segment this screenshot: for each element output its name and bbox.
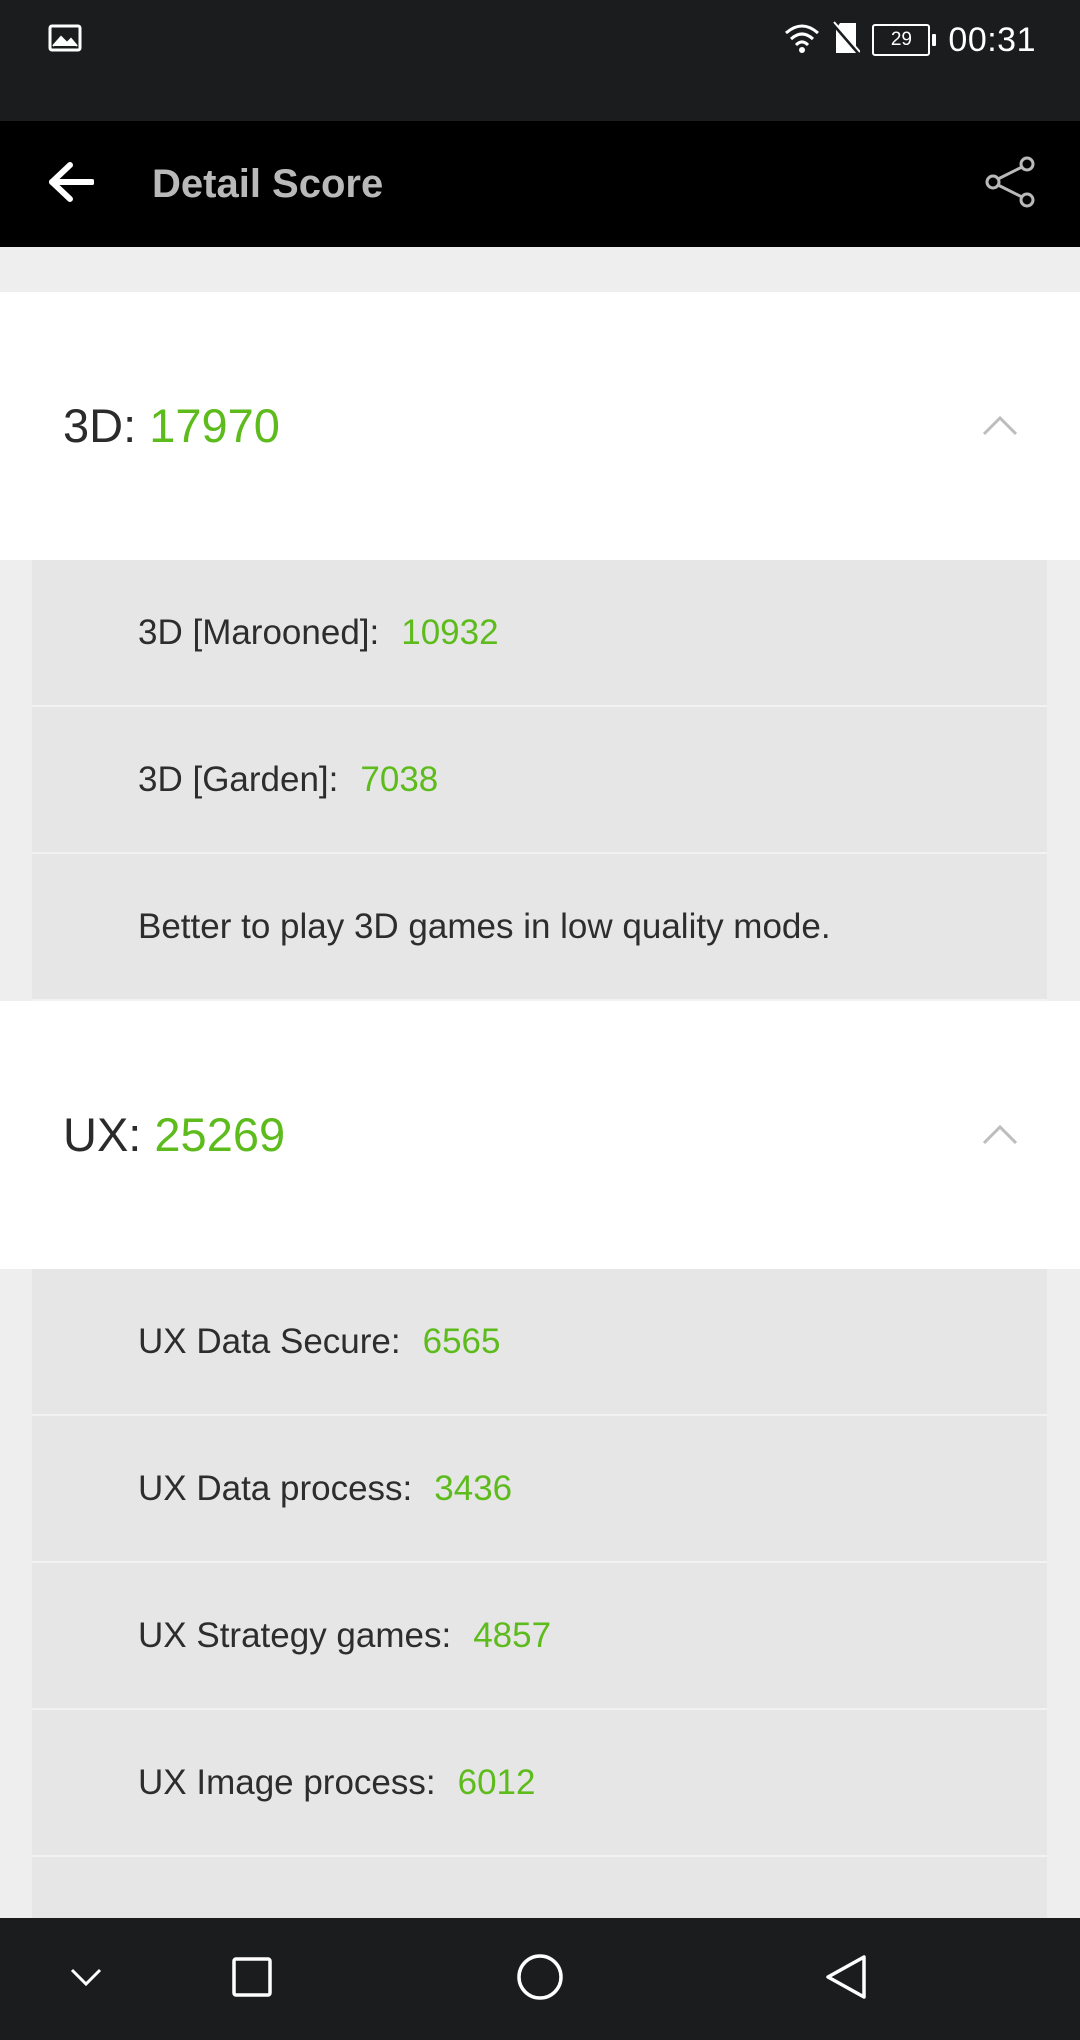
nav-back-button[interactable]	[818, 1918, 874, 2040]
wifi-icon	[784, 23, 820, 58]
image-icon	[48, 24, 82, 57]
item-label: UX Data Secure:	[138, 1321, 401, 1361]
chevron-up-icon[interactable]	[980, 1115, 1020, 1155]
home-circle-icon	[516, 1953, 564, 2006]
section-title-ux: UX: 25269	[63, 1001, 285, 1269]
item-label: UX Image process:	[138, 1762, 436, 1802]
recents-button[interactable]	[226, 1918, 278, 2040]
section-score: 17970	[149, 399, 280, 452]
share-button[interactable]	[978, 151, 1044, 217]
score-item-3d-marooned: 3D [Marooned]: 10932	[32, 560, 1047, 707]
item-label: UX Strategy games:	[138, 1615, 452, 1655]
item-label: Better to play 3D games in low quality m…	[138, 906, 831, 946]
score-list[interactable]: 3D: 17970 3D [Marooned]: 10932 3D [Garde…	[0, 247, 1080, 1918]
hide-nav-button[interactable]	[60, 1918, 112, 2040]
score-item-ux-data-process: UX Data process: 3436	[32, 1416, 1047, 1563]
no-sim-icon	[832, 20, 862, 60]
back-triangle-icon	[824, 1953, 868, 2006]
item-value: 10932	[401, 612, 499, 652]
top-spacer	[0, 247, 1080, 292]
section-label: 3D:	[63, 399, 137, 452]
clock: 00:31	[948, 20, 1036, 59]
back-arrow-icon	[48, 161, 95, 207]
back-button[interactable]	[36, 149, 106, 219]
score-item-ux-data-secure: UX Data Secure: 6565	[32, 1269, 1047, 1416]
navigation-bar	[0, 1918, 1080, 2040]
chevron-up-icon[interactable]	[980, 406, 1020, 446]
score-item-3d-advice: Better to play 3D games in low quality m…	[32, 854, 1047, 1001]
item-label: 3D [Garden]:	[138, 759, 339, 799]
score-item-ux-image-process: UX Image process: 6012	[32, 1710, 1047, 1857]
score-item-partial	[32, 1857, 1047, 1918]
item-value: 6565	[422, 1321, 501, 1361]
section-title-3d: 3D: 17970	[63, 292, 280, 560]
item-value: 4857	[473, 1615, 552, 1655]
section-label: UX:	[63, 1108, 142, 1161]
score-item-ux-strategy-games: UX Strategy games: 4857	[32, 1563, 1047, 1710]
battery-icon: 29	[872, 24, 937, 56]
item-label: UX Data process:	[138, 1468, 413, 1508]
home-button[interactable]	[512, 1918, 568, 2040]
item-value: 3436	[434, 1468, 513, 1508]
section-header-3d[interactable]: 3D: 17970	[0, 292, 1080, 560]
app-bar: Detail Score	[0, 121, 1080, 247]
item-value: 7038	[360, 759, 439, 799]
status-bar: 29 00:31	[0, 0, 1080, 121]
section-score: 25269	[154, 1108, 286, 1161]
score-item-3d-garden: 3D [Garden]: 7038	[32, 707, 1047, 854]
battery-level: 29	[890, 29, 912, 50]
section-items-3d: 3D [Marooned]: 10932 3D [Garden]: 7038 B…	[32, 560, 1047, 1001]
chevron-down-icon	[69, 1967, 103, 1992]
section-items-ux: UX Data Secure: 6565 UX Data process: 34…	[32, 1269, 1047, 1918]
recents-square-icon	[231, 1956, 273, 2003]
share-icon	[983, 156, 1039, 213]
item-value: 6012	[457, 1762, 536, 1802]
status-icons: 29 00:31	[784, 18, 1036, 62]
item-label: 3D [Marooned]:	[138, 612, 380, 652]
page-title: Detail Score	[152, 162, 384, 206]
section-header-ux[interactable]: UX: 25269	[0, 1001, 1080, 1269]
